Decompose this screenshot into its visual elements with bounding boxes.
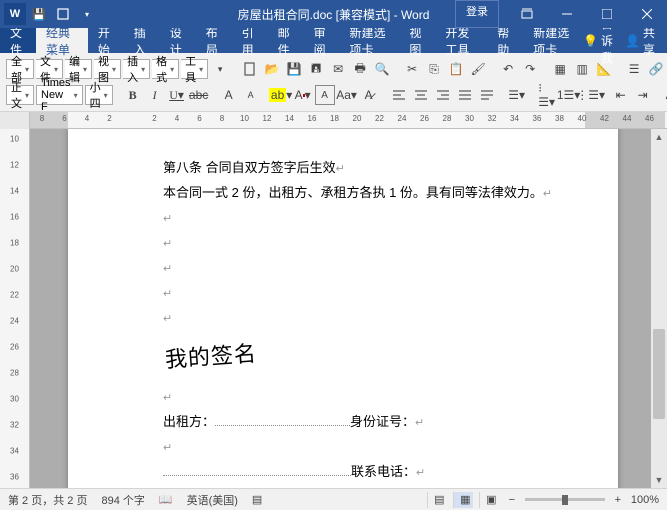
horizontal-ruler[interactable]: 8642246810121416182022242628303234363840… <box>0 112 667 129</box>
sort-button[interactable]: A↓ <box>663 85 667 105</box>
tab-mail[interactable]: 邮件 <box>268 28 304 53</box>
tab-file[interactable]: 文件 <box>0 28 36 53</box>
underline-button[interactable]: U▾ <box>167 85 187 105</box>
font-color-button[interactable]: A▾ <box>293 85 313 105</box>
tab-review[interactable]: 审阅 <box>304 28 340 53</box>
ribbon-options-button[interactable] <box>507 0 547 28</box>
print-button[interactable]: 🖶 <box>350 59 370 79</box>
tab-devtools[interactable]: 开发工具 <box>435 28 487 53</box>
save-button[interactable]: 💾 <box>28 3 50 25</box>
tab-design[interactable]: 设计 <box>160 28 196 53</box>
tab-classic-menu[interactable]: 经典菜单 <box>36 28 88 53</box>
title-bar: W 💾 ▾ 房屋出租合同.doc [兼容模式] - Word 登录 <box>0 0 667 28</box>
bullets-button[interactable]: ⁝☰▾ <box>537 85 557 105</box>
scroll-down-icon[interactable]: ▼ <box>651 472 667 488</box>
toolbar-expand[interactable]: ▾ <box>210 59 230 79</box>
size-combo[interactable]: 小四▾ <box>85 85 113 105</box>
new-button[interactable] <box>240 59 260 79</box>
font-combo[interactable]: Times New F▾ <box>36 85 83 105</box>
document-title: 房屋出租合同.doc [兼容模式] - Word <box>238 6 430 23</box>
share-button[interactable]: 👤共享 <box>625 24 655 58</box>
tab-references[interactable]: 引用 <box>232 28 268 53</box>
scroll-up-icon[interactable]: ▲ <box>651 129 667 145</box>
strike-button[interactable]: abc <box>189 85 209 105</box>
style-combo[interactable]: 正文▾ <box>6 85 34 105</box>
menu-view[interactable]: 视图▾ <box>94 59 121 79</box>
align-center-button[interactable] <box>411 85 431 105</box>
columns-button[interactable]: ▥ <box>572 59 592 79</box>
word-icon: W <box>4 3 26 25</box>
article-body: 本合同一式 2 份，出租方、承租方各执 1 份。具有同等法律效力。 <box>163 185 543 200</box>
format-painter-button[interactable]: 🖌 <box>468 59 488 79</box>
document-area: L 86422468101214161820222426283032343638… <box>0 112 667 488</box>
open-button[interactable]: 📂 <box>262 59 282 79</box>
vertical-ruler[interactable]: 1012141618202224262830323436 <box>0 129 30 488</box>
dec-indent-button[interactable]: ⇤ <box>611 85 631 105</box>
article-title: 第八条 合同自双方签字后生效 <box>163 160 336 175</box>
tab-home[interactable]: 开始 <box>88 28 124 53</box>
paste-button[interactable]: 📋 <box>446 59 466 79</box>
lessor-label: 出租方： <box>163 410 215 434</box>
phonetic-button[interactable]: Aa▾ <box>337 85 357 105</box>
preview-button[interactable]: 🔍 <box>372 59 392 79</box>
table-button[interactable]: ▦ <box>550 59 570 79</box>
toggle-button[interactable] <box>52 3 74 25</box>
highlight-button[interactable]: ab▾ <box>271 85 291 105</box>
inc-indent-button[interactable]: ⇥ <box>633 85 653 105</box>
classic-toolbar: 全部▾ 文件▾ 编辑▾ 视图▾ 插入▾ 格式▾ 工具▾ ▾ 📂 💾 🖪 ✉ 🖶 … <box>0 53 667 112</box>
menu-tools[interactable]: 工具▾ <box>181 59 208 79</box>
outline-button[interactable]: ☰ <box>624 59 644 79</box>
tab-newtab1[interactable]: 新建选项卡 <box>340 28 400 53</box>
tab-insert[interactable]: 插入 <box>124 28 160 53</box>
lightbulb-icon: 💡 <box>583 34 598 48</box>
shrink-font-button[interactable]: A <box>241 85 261 105</box>
char-shading-button[interactable]: A <box>315 85 335 105</box>
vertical-scrollbar[interactable]: ▲ ▼ <box>651 129 667 488</box>
login-button[interactable]: 登录 <box>455 0 499 28</box>
signature-image: 我的签名 <box>164 334 259 381</box>
align-right-button[interactable] <box>433 85 453 105</box>
menu-file[interactable]: 文件▾ <box>36 59 63 79</box>
align-dist-button[interactable] <box>477 85 497 105</box>
undo-button[interactable]: ↶ <box>498 59 518 79</box>
tab-view[interactable]: 视图 <box>399 28 435 53</box>
clear-format-button[interactable]: A̷ <box>359 85 379 105</box>
minimize-button[interactable] <box>547 0 587 28</box>
saveas-button[interactable]: 🖪 <box>306 59 326 79</box>
tab-newtab2[interactable]: 新建选项卡 <box>523 28 583 53</box>
ruler-button[interactable]: 📐 <box>594 59 614 79</box>
menu-all[interactable]: 全部▾ <box>6 59 34 79</box>
line-spacing-button[interactable]: ☰▾ <box>507 85 527 105</box>
ribbon-tabs: 文件 经典菜单 开始 插入 设计 布局 引用 邮件 审阅 新建选项卡 视图 开发… <box>0 28 667 53</box>
maximize-button[interactable] <box>587 0 627 28</box>
menu-insert[interactable]: 插入▾ <box>123 59 150 79</box>
qat-dropdown[interactable]: ▾ <box>76 3 98 25</box>
menu-edit[interactable]: 编辑▾ <box>65 59 92 79</box>
grow-font-button[interactable]: A <box>219 85 239 105</box>
menu-format[interactable]: 格式▾ <box>152 59 179 79</box>
status-bar: 第 2 页，共 2 页 894 个字 📖 英语(美国) ▤ ▤ ▦ ▣ − + … <box>0 488 667 510</box>
redo-button[interactable]: ↷ <box>520 59 540 79</box>
id-label: 身份证号： <box>350 410 415 434</box>
email-button[interactable]: ✉ <box>328 59 348 79</box>
share-icon: 👤 <box>625 34 640 48</box>
tab-help[interactable]: 帮助 <box>487 28 523 53</box>
multilevel-button[interactable]: ⋮☰▾ <box>581 85 601 105</box>
scroll-thumb[interactable] <box>653 329 665 419</box>
quick-access-toolbar: W 💾 ▾ <box>0 3 98 25</box>
save-button-tb[interactable]: 💾 <box>284 59 304 79</box>
italic-button[interactable]: I <box>145 85 165 105</box>
document-page[interactable]: 第八条 合同自双方签字后生效↵ 本合同一式 2 份，出租方、承租方各执 1 份。… <box>68 129 618 488</box>
cut-button[interactable]: ✂ <box>402 59 422 79</box>
phone-label: 联系电话： <box>351 460 416 484</box>
align-left-button[interactable] <box>389 85 409 105</box>
copy-button[interactable]: ⎘ <box>424 59 444 79</box>
hyperlink-button[interactable]: 🔗 <box>646 59 666 79</box>
close-button[interactable] <box>627 0 667 28</box>
align-justify-button[interactable] <box>455 85 475 105</box>
bold-button[interactable]: B <box>123 85 143 105</box>
tab-layout[interactable]: 布局 <box>196 28 232 53</box>
